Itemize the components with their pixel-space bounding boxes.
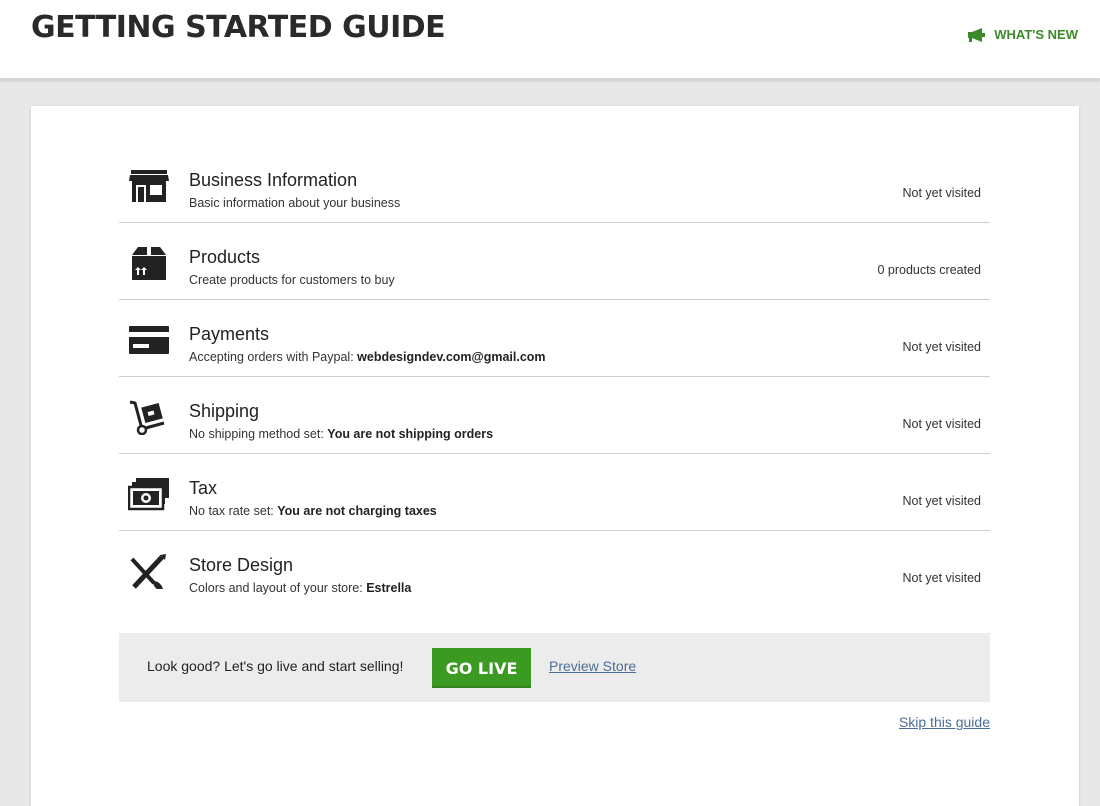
step-status: Not yet visited	[902, 494, 981, 508]
step-description: No tax rate set: You are not charging ta…	[189, 504, 437, 518]
step-store-design[interactable]: Store Design Colors and layout of your s…	[119, 531, 990, 607]
step-business-information[interactable]: Business Information Basic information a…	[119, 146, 990, 223]
money-icon	[127, 476, 170, 512]
brush-pencil-icon	[128, 553, 170, 591]
step-status: Not yet visited	[902, 571, 981, 585]
step-status: 0 products created	[877, 263, 981, 277]
top-bar: GETTING STARTED GUIDE WHAT'S NEW	[0, 0, 1100, 79]
step-description: Accepting orders with Paypal: webdesignd…	[189, 350, 546, 364]
step-title: Tax	[189, 478, 218, 498]
step-status: Not yet visited	[902, 340, 981, 354]
step-description: Colors and layout of your store: Estrell…	[189, 581, 412, 595]
preview-store-link[interactable]: Preview Store	[549, 658, 636, 674]
guide-card: Business Information Basic information a…	[31, 106, 1079, 806]
step-products[interactable]: Products Create products for customers t…	[119, 223, 990, 300]
megaphone-icon	[967, 27, 986, 42]
step-title: Products	[189, 247, 261, 267]
whats-new-label: WHAT'S NEW	[994, 27, 1078, 42]
skip-guide-link[interactable]: Skip this guide	[899, 714, 990, 730]
go-live-prompt: Look good? Let's go live and start selli…	[147, 658, 404, 674]
step-shipping[interactable]: Shipping No shipping method set: You are…	[119, 377, 990, 454]
go-live-button[interactable]: GO LIVE	[432, 648, 531, 688]
step-tax[interactable]: Tax No tax rate set: You are not chargin…	[119, 454, 990, 531]
go-live-bar: Look good? Let's go live and start selli…	[119, 633, 990, 702]
step-payments[interactable]: Payments Accepting orders with Paypal: w…	[119, 300, 990, 377]
page-title: GETTING STARTED GUIDE	[31, 10, 446, 45]
whats-new-link[interactable]: WHAT'S NEW	[967, 27, 1078, 42]
step-title: Store Design	[189, 555, 294, 575]
step-status: Not yet visited	[902, 186, 981, 200]
step-title: Shipping	[189, 401, 260, 421]
step-status: Not yet visited	[902, 417, 981, 431]
storefront-icon	[128, 168, 170, 204]
step-title: Business Information	[189, 170, 358, 190]
step-description: Basic information about your business	[189, 196, 401, 210]
steps-list: Business Information Basic information a…	[119, 146, 990, 607]
box-icon	[128, 245, 170, 281]
step-description: No shipping method set: You are not ship…	[189, 427, 494, 441]
step-title: Payments	[189, 324, 270, 344]
hand-truck-icon	[128, 399, 170, 436]
step-description: Create products for customers to buy	[189, 273, 395, 287]
credit-card-icon	[128, 322, 170, 358]
